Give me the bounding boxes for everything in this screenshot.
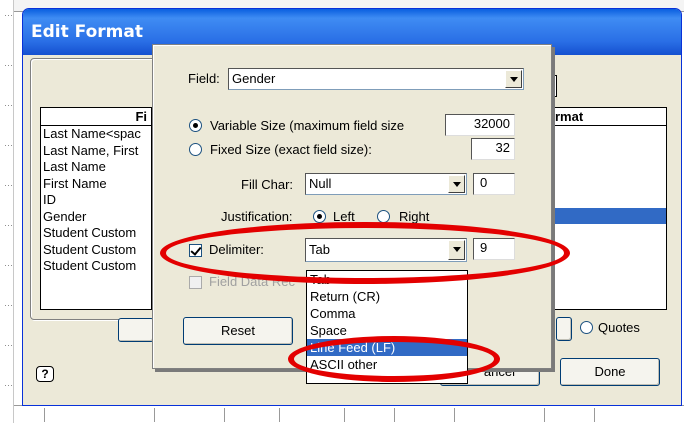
- chevron-down-icon[interactable]: [505, 70, 522, 88]
- fixed-size-field[interactable]: 32: [471, 138, 515, 160]
- list-item[interactable]: Last Name, First: [41, 143, 151, 160]
- format-list[interactable]: rmat: [545, 107, 667, 310]
- outer-left-button[interactable]: [118, 318, 154, 342]
- list-item[interactable]: Student Custom: [41, 242, 151, 259]
- done-label: Done: [594, 364, 626, 379]
- chevron-down-icon[interactable]: [448, 175, 465, 193]
- dropdown-item[interactable]: Return (CR): [307, 288, 467, 305]
- justify-right-radio[interactable]: [377, 210, 390, 223]
- fields-list[interactable]: Fi Last Name<spac Last Name, First Last …: [40, 107, 152, 310]
- list-item[interactable]: Gender: [41, 209, 151, 226]
- delimiter-highlight-ellipse: [160, 222, 570, 284]
- format-list-selected-row[interactable]: [546, 208, 666, 224]
- fill-char-select[interactable]: Null: [305, 173, 467, 195]
- fields-list-header: Fi: [41, 108, 151, 126]
- fixed-size-label: Fixed Size (exact field size):: [210, 142, 372, 157]
- reset-label: Reset: [221, 323, 255, 338]
- fill-char-code-field[interactable]: 0: [473, 173, 515, 195]
- list-item[interactable]: Last Name: [41, 159, 151, 176]
- variable-size-field[interactable]: 32000: [445, 114, 515, 136]
- left-margin-strip: ⋯ ⋯ ⋯ ⋯ ⋯ ⋯ ⋯ ⋯ ⋯ ⋯: [0, 0, 14, 423]
- field-label: Field:: [188, 71, 220, 86]
- list-item[interactable]: Last Name<spac: [41, 126, 151, 143]
- field-select[interactable]: Gender: [228, 68, 524, 90]
- fill-char-value: Null: [309, 176, 332, 191]
- line-feed-highlight-ellipse: [288, 336, 500, 382]
- dropdown-item[interactable]: Comma: [307, 305, 467, 322]
- list-item[interactable]: Student Custom: [41, 258, 151, 275]
- justification-label: Justification:: [221, 209, 293, 224]
- format-list-header: rmat: [546, 108, 666, 126]
- quotes-label: Quotes: [598, 320, 640, 335]
- help-icon[interactable]: ?: [36, 366, 54, 382]
- list-item[interactable]: Student Custom: [41, 225, 151, 242]
- field-data-checkbox[interactable]: [189, 276, 202, 289]
- fill-char-label: Fill Char:: [241, 177, 294, 192]
- fixed-size-radio[interactable]: [189, 143, 202, 156]
- justify-left-radio[interactable]: [313, 210, 326, 223]
- done-button[interactable]: Done: [560, 358, 660, 386]
- dialog-title: Edit Format: [31, 22, 143, 42]
- bottom-ruler: [14, 405, 684, 423]
- outer-small-button[interactable]: [556, 317, 572, 341]
- field-value: Gender: [232, 71, 276, 86]
- list-item[interactable]: First Name: [41, 176, 151, 193]
- list-item[interactable]: ID: [41, 192, 151, 209]
- variable-size-label: Variable Size (maximum field size: [210, 118, 405, 133]
- variable-size-radio[interactable]: [189, 119, 202, 132]
- reset-button[interactable]: Reset: [183, 317, 293, 345]
- quotes-radio[interactable]: [580, 321, 593, 334]
